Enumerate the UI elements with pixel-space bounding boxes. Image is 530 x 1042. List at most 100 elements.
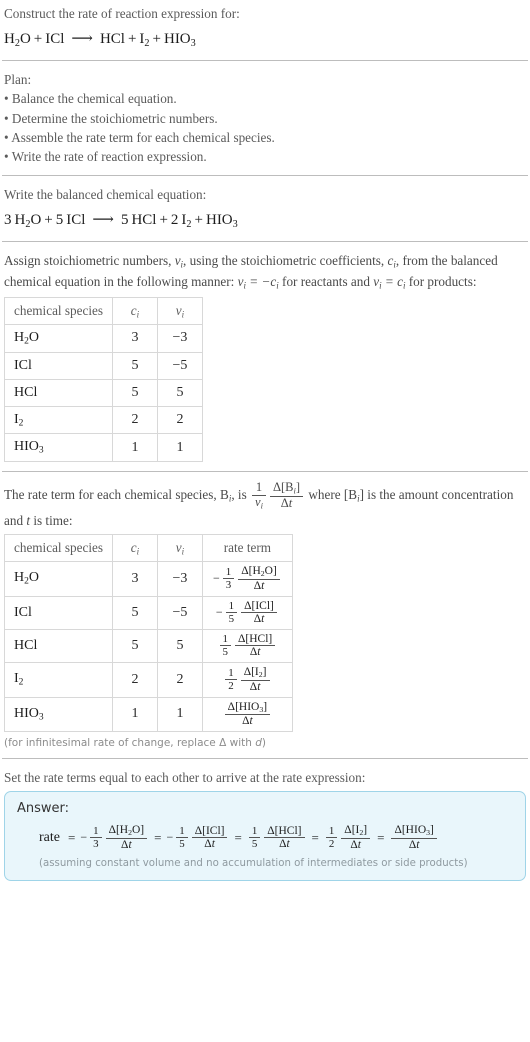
cell-rate-term: −1 5 Δ[ICl] Δt [201,595,293,630]
rate-term-expression: 1 5 Δ[HCl] Δt [218,633,278,659]
rateterm-text-3: where [305,486,344,502]
cell-species: I2 [4,662,113,698]
rate-term-sign: − [212,571,220,586]
delta-denominator: Δt [240,679,270,694]
coefficient-fraction: 15 [248,825,261,850]
stoichiometry-table: chemical species ci νi H2O 3 −3 ICl 5 −5 HCl 5 5… [4,296,203,462]
delta-numerator: Δ[ICl] [244,599,274,612]
fraction-numerator: 1 [222,633,228,646]
cell-species: HIO3 [4,433,113,462]
fraction-denominator: 5 [176,837,188,850]
delta-fraction: Δ[ICl] Δt [191,825,228,851]
delta-numerator: Δ[H2O] [108,824,145,838]
final-lead-in: Set the rate terms equal to each other t… [4,769,366,785]
table-row: HIO3 1 1 Δ[HIO3] Δt [4,696,293,732]
rate-term-expression: 1 2 Δ[I2] Δt [223,666,271,693]
cell-stoich-number: −5 [156,595,203,630]
table-row: I2 2 2 1 2 Δ[I2] Δt [4,662,293,698]
stoich-text-5: for products: [405,274,477,290]
fraction-numerator: 1 [228,600,235,613]
rate-expression: rate = −1 3 Δ[H2O] Δt = −1 5 Δ[ICl] Δt = 1 5 Δ[HCl] Δt =… [17,824,513,851]
equals-sign: = [234,829,242,845]
equals-sign: = [154,829,162,845]
fraction-numerator: 1 [179,825,185,838]
cell-stoich-number: −5 [156,351,203,380]
header-c: ci [111,533,158,563]
divider [2,174,528,176]
rate-term-expression: −1 3 Δ[H2O] Δt [213,565,282,592]
delta-numerator: Δ[HIO3] [394,824,434,838]
delta-denominator: Δt [391,837,437,852]
delta-fraction: Δ[HIO3] Δt [224,700,271,728]
plan-list: • Balance the chemical equation. • Determ… [2,89,528,166]
table-row: H2O 3 −3−1 3 Δ[H2O] Δt [4,561,293,597]
rule-reactants: νi = −ci [237,274,279,291]
delta-denominator: Δt [264,837,305,851]
cell-rate-term: −1 3 Δ[H2O] Δt [201,561,293,597]
cell-rate-term: 1 5 Δ[HCl] Δt [201,628,293,664]
cell-coefficient: 5 [111,378,158,407]
fraction-denominator: 2 [325,837,338,850]
delta-numerator: Δ[HCl] [267,824,302,837]
equals-sign: = [67,829,76,845]
delta-fraction: Δ[H2O] Δt [238,565,280,592]
delta-fraction: Δ[HIO3] Δt [391,824,437,852]
input-equation: H2O + ICl ⟶ HCl + I2 + HIO3 [2,23,528,51]
plan-step-label: Assemble the rate term for each chemical… [11,129,275,145]
fraction-denominator: νi [252,494,266,511]
rate-term-explanation: The rate term for each chemical species,… [2,479,528,531]
cell-species: HIO3 [4,696,113,732]
cell-species: HCl [4,378,113,407]
plan-step: • Assemble the rate term for each chemic… [2,128,528,147]
table-row: HCl 5 5 [4,378,203,407]
table-row: H2O 3 −3 [4,324,203,353]
cell-coefficient: 5 [111,351,158,380]
delta-denominator: Δt [238,578,280,593]
table-row: I2 2 2 [4,405,203,435]
cell-species: H2O [4,324,113,353]
delta-numerator: Δ[HIO3] [227,700,268,714]
divider [2,470,528,472]
fraction-numerator: 1 [255,479,263,494]
stoich-text-2: , using the stoichiometric coefficients, [183,253,388,269]
fraction-numerator: 1 [328,825,335,838]
plan-step-label: Determine the stoichiometric numbers. [11,110,218,126]
table-row: ICl 5 −5−1 5 Δ[ICl] Δt [4,595,293,630]
input-equation-content: H2O + ICl ⟶ HCl + I2 + HIO3 [4,31,196,49]
rate-term-expression: −1 5 Δ[ICl] Δt [166,825,229,851]
cell-stoich-number: 5 [156,378,203,407]
header-nu: νi [156,296,203,326]
rateterm-text-2: , is [231,486,250,502]
cell-coefficient: 3 [111,561,158,597]
plan-bullet: • [4,148,9,164]
delta-numerator: Δ[H2O] [241,565,277,579]
plan-step: • Balance the chemical equation. [2,89,528,108]
header-c: ci [111,296,158,326]
rate-term-expression: 1 2 Δ[I2] Δt [324,824,372,851]
cell-stoich-number: 1 [156,696,203,732]
amount-bracket: [Bi] [343,486,364,504]
fraction-denominator: 2 [225,679,237,692]
equals-sign: = [311,829,319,845]
rate-term-expression: −1 5 Δ[ICl] Δt [216,600,279,626]
plan-bullet: • [4,110,9,126]
cell-coefficient: 2 [111,662,158,698]
fraction-denominator: 5 [248,837,261,850]
cell-species: HCl [4,628,113,664]
species-symbol: Bi [220,486,232,504]
cell-species: H2O [4,561,113,597]
coefficient-fraction: 12 [225,667,237,692]
coefficient-fraction: 12 [325,825,338,850]
delta-denominator: Δt [224,714,271,728]
cell-coefficient: 1 [111,433,158,462]
equals-sign: = [377,829,385,845]
fraction-denominator: 3 [222,578,235,591]
plan-step-label: Balance the chemical equation. [11,91,177,107]
table-row: HIO3 1 1 [4,433,203,462]
stoich-text-4: for reactants and [278,274,374,290]
question-prompt: Construct the rate of reaction expressio… [4,6,240,21]
rate-term-table: chemical species ci νi rate term H2O 3 −3−… [4,533,293,732]
one-over-nu-fraction: 1 νi [252,479,266,511]
fraction-numerator: 1 [225,566,232,579]
rate-term-expression: 1 5 Δ[HCl] Δt [247,825,307,851]
